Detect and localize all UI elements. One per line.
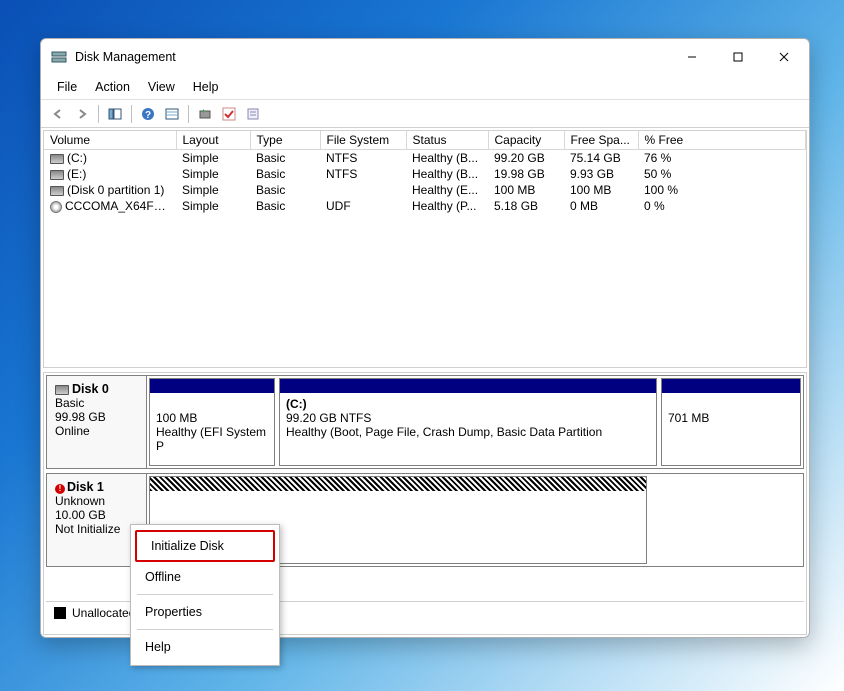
disk0-partition-c[interactable]: (C:)99.20 GB NTFSHealthy (Boot, Page Fil… — [279, 378, 657, 466]
disk0-row[interactable]: Disk 0 Basic 99.98 GB Online 100 MBHealt… — [46, 375, 804, 469]
refresh-icon[interactable] — [194, 103, 216, 125]
disk-icon — [55, 385, 69, 395]
layout-icon[interactable] — [104, 103, 126, 125]
table-row[interactable]: (Disk 0 partition 1) SimpleBasic Healthy… — [44, 182, 806, 198]
menu-view[interactable]: View — [140, 77, 183, 97]
help-icon[interactable]: ? — [137, 103, 159, 125]
separator — [137, 629, 273, 630]
properties-icon[interactable] — [242, 103, 264, 125]
menu-file[interactable]: File — [49, 77, 85, 97]
col-layout[interactable]: Layout — [176, 131, 250, 150]
separator — [188, 105, 189, 123]
legend-swatch-unallocated — [54, 607, 66, 619]
col-pct[interactable]: % Free — [638, 131, 806, 150]
back-button[interactable] — [47, 103, 69, 125]
window-controls — [669, 41, 807, 73]
close-button[interactable] — [761, 41, 807, 73]
minimize-button[interactable] — [669, 41, 715, 73]
separator — [98, 105, 99, 123]
menubar: File Action View Help — [41, 75, 809, 100]
ctx-initialize-disk[interactable]: Initialize Disk — [135, 530, 275, 562]
detail-list-icon[interactable] — [161, 103, 183, 125]
drive-icon — [50, 186, 64, 196]
partition-header — [280, 379, 656, 393]
error-icon: ! — [55, 484, 65, 494]
col-volume[interactable]: Volume — [44, 131, 176, 150]
table-row[interactable]: (E:) SimpleBasicNTFS Healthy (B...19.98 … — [44, 166, 806, 182]
svg-text:?: ? — [145, 110, 151, 121]
col-free[interactable]: Free Spa... — [564, 131, 638, 150]
col-status[interactable]: Status — [406, 131, 488, 150]
forward-button[interactable] — [71, 103, 93, 125]
disk-context-menu: Initialize Disk Offline Properties Help — [130, 524, 280, 666]
legend-label: Unallocated — [72, 606, 135, 620]
toolbar: ? — [41, 100, 809, 128]
table-row[interactable]: (C:) SimpleBasicNTFS Healthy (B...99.20 … — [44, 150, 806, 167]
separator — [131, 105, 132, 123]
ctx-properties[interactable]: Properties — [131, 598, 279, 626]
drive-icon — [50, 154, 64, 164]
disk0-partition-1[interactable]: 100 MBHealthy (EFI System P — [149, 378, 275, 466]
ctx-help[interactable]: Help — [131, 633, 279, 661]
col-type[interactable]: Type — [250, 131, 320, 150]
ctx-offline[interactable]: Offline — [131, 563, 279, 591]
titlebar: Disk Management — [41, 39, 809, 75]
window-title: Disk Management — [75, 50, 669, 64]
menu-help[interactable]: Help — [185, 77, 227, 97]
unallocated-header — [150, 477, 646, 491]
drive-icon — [50, 170, 64, 180]
partition-header — [150, 379, 274, 393]
maximize-button[interactable] — [715, 41, 761, 73]
cd-icon — [50, 201, 62, 213]
check-icon[interactable] — [218, 103, 240, 125]
disk0-label[interactable]: Disk 0 Basic 99.98 GB Online — [47, 376, 147, 468]
col-fs[interactable]: File System — [320, 131, 406, 150]
separator — [137, 594, 273, 595]
partition-header — [662, 379, 800, 393]
volume-list[interactable]: Volume Layout Type File System Status Ca… — [43, 130, 807, 368]
app-icon — [51, 49, 67, 65]
table-row[interactable]: CCCOMA_X64FRE... SimpleBasicUDF Healthy … — [44, 198, 806, 214]
col-capacity[interactable]: Capacity — [488, 131, 564, 150]
column-headers[interactable]: Volume Layout Type File System Status Ca… — [44, 131, 806, 150]
disk0-partition-3[interactable]: 701 MB — [661, 378, 801, 466]
menu-action[interactable]: Action — [87, 77, 138, 97]
